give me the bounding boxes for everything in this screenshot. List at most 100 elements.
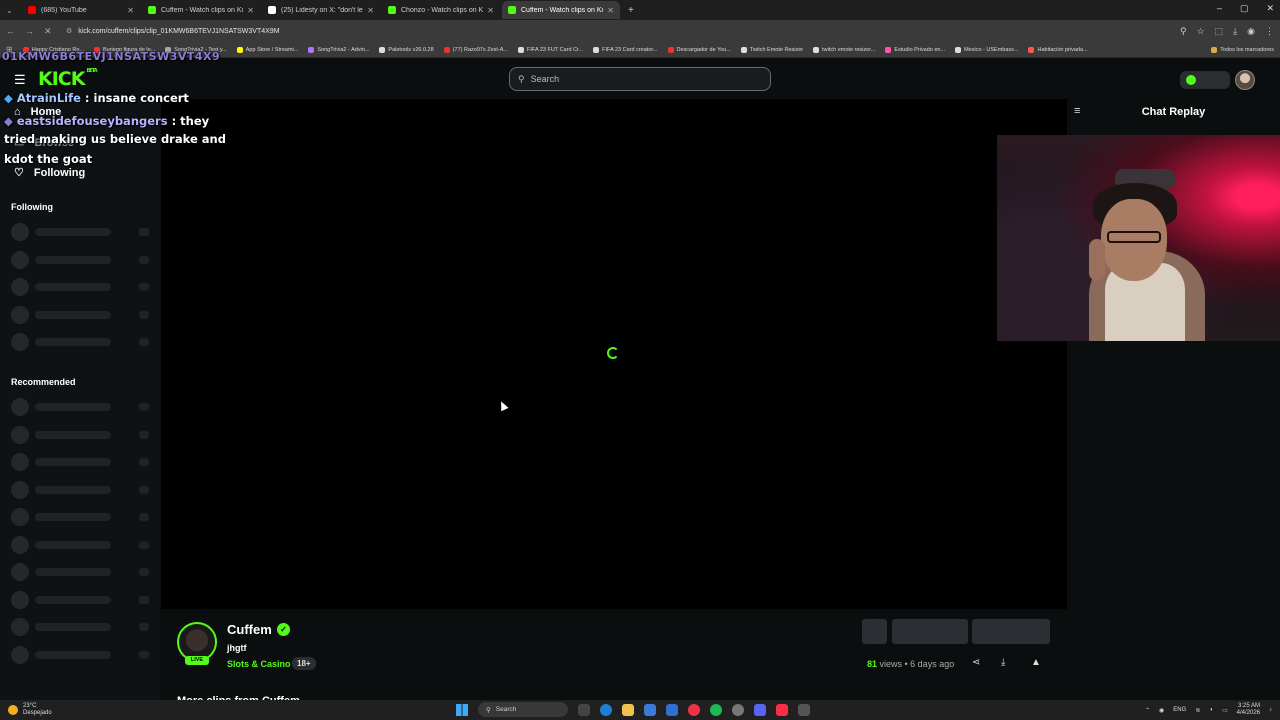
file-explorer-icon[interactable] [622, 703, 634, 716]
download-icon[interactable]: ⤓ [1001, 657, 1005, 668]
bookmark-item[interactable]: Estudio Privado en... [885, 46, 945, 53]
window-controls: – ▢ ✕ [1217, 3, 1274, 14]
sidebar-skeleton-row [11, 250, 151, 269]
bookmark-item[interactable]: FIFA 23 FUT Card Cr... [518, 46, 583, 53]
tab-close-icon[interactable]: ✕ [247, 6, 254, 15]
search-input[interactable]: ⚲ Search [509, 67, 771, 91]
bookmark-item[interactable]: (77) Razo97s Zest-A... [443, 46, 508, 53]
windows-start-icon[interactable] [456, 703, 468, 716]
search-icon: ⚲ [518, 73, 525, 84]
browser-tab[interactable]: (25) Lidesty on X: "don't let any ✕ [262, 1, 380, 19]
extensions-icon[interactable]: ⬚ [1215, 26, 1224, 37]
kick-logo[interactable]: KICK BETA [38, 68, 98, 90]
tab-search-icon[interactable]: ⌄ [0, 6, 22, 15]
language-indicator[interactable]: ENG [1173, 707, 1186, 713]
sidebar-skeleton-row [11, 480, 151, 499]
browser-tab[interactable]: (685) YouTube ✕ [22, 1, 140, 19]
bookmark-item[interactable]: Paletools v26.0.28 [379, 46, 434, 53]
sidebar-skeleton-row [11, 563, 151, 581]
spotify-icon[interactable] [710, 703, 722, 716]
sidebar-skeleton-row [11, 305, 151, 324]
report-icon[interactable]: ▲ [1031, 657, 1041, 668]
weather-widget[interactable]: 23°C Despejado [8, 703, 52, 717]
sidebar: ⌂ Home ▭ Browse ♡ Following Following Re… [0, 99, 160, 700]
sidebar-skeleton-row [11, 425, 151, 444]
maximize-icon[interactable]: ▢ [1240, 3, 1249, 14]
url-field[interactable]: kick.com/cuffem/clips/clip_01KMW6B6TEVJ1… [78, 28, 1180, 35]
bookmark-item[interactable]: Habitación privada... [1028, 46, 1088, 53]
tab-title: Cuffem - Watch clips on Kick [161, 6, 244, 14]
bookmark-star-icon[interactable]: ☆ [1197, 26, 1205, 37]
overlay-clip-id: 01KMW6B6TEVJ1NSATSW3VT4X9 [2, 50, 221, 63]
browser-tab[interactable]: Chonzo - Watch clips on Kick ✕ [382, 1, 500, 19]
user-avatar[interactable] [1235, 70, 1255, 90]
bookmark-item[interactable]: App Store / Streami... [236, 46, 298, 53]
bookmark-item[interactable]: Twitch Emote Resizer [740, 46, 803, 53]
chevron-up-icon[interactable]: ⌃ [1145, 707, 1150, 714]
kick-live-toggle[interactable] [1180, 71, 1230, 89]
forward-icon[interactable]: → [25, 26, 34, 37]
all-bookmarks-link[interactable]: Todos los marcadores [1211, 46, 1274, 53]
bookmark-favicon-icon [593, 46, 600, 53]
new-tab-plus-icon[interactable]: + [628, 5, 634, 16]
tab-title: Chonzo - Watch clips on Kick [401, 6, 484, 14]
back-icon[interactable]: ← [6, 26, 15, 37]
tab-favicon-icon [28, 6, 36, 14]
discord-icon[interactable] [754, 703, 766, 716]
share-icon[interactable]: ⋖ [972, 657, 980, 668]
mic-icon[interactable]: ◉ [1159, 707, 1164, 714]
reload-icon[interactable]: ✕ [44, 26, 52, 37]
battery-icon[interactable]: ▭ [1222, 707, 1228, 714]
browser-tab[interactable]: Cuffem - Watch clips on Kick ✕ [502, 1, 620, 19]
bookmark-favicon-icon [1028, 46, 1035, 53]
profile-icon[interactable]: ◉ [1247, 26, 1255, 37]
bookmark-item[interactable]: twitch emote resizer... [813, 46, 875, 53]
skeleton-button [972, 619, 1050, 644]
tab-favicon-icon [148, 6, 156, 14]
music-icon[interactable] [776, 703, 788, 716]
hamburger-menu-icon[interactable]: ☰ [14, 72, 26, 88]
category-link[interactable]: Slots & Casino [227, 659, 291, 669]
tab-close-icon[interactable]: ✕ [127, 6, 134, 15]
clock[interactable]: 3:25 AM 4/4/2026 [1237, 703, 1260, 717]
verified-icon: ✓ [277, 623, 290, 636]
overlay-message: ◆ eastsidefouseybangers : they [4, 114, 210, 128]
notification-bell-icon[interactable]: ♪ [1269, 707, 1272, 713]
channel-name[interactable]: Cuffem [227, 622, 272, 637]
app-icon[interactable] [798, 703, 810, 716]
video-player[interactable] [161, 99, 1067, 609]
zoom-icon[interactable]: ⚲ [1180, 26, 1187, 37]
taskbar-search[interactable]: ⚲ Search [478, 702, 568, 717]
bookmark-favicon-icon [740, 46, 747, 53]
chrome-icon[interactable] [688, 703, 700, 716]
minimize-icon[interactable]: – [1217, 3, 1222, 14]
store-icon[interactable] [644, 703, 656, 716]
downloads-icon[interactable]: ⤓ [1233, 26, 1237, 37]
edge-icon[interactable] [600, 703, 612, 716]
tab-close-icon[interactable]: ✕ [607, 6, 614, 15]
bookmark-favicon-icon [308, 46, 315, 53]
bookmark-item[interactable]: SongTrivia2 - Advin... [308, 46, 369, 53]
tab-close-icon[interactable]: ✕ [367, 6, 374, 15]
bookmark-item[interactable]: Mexico - USEmbass... [955, 46, 1018, 53]
clip-title: jhgtf [227, 643, 247, 653]
menu-dots-icon[interactable]: ⋮ [1265, 26, 1274, 37]
sidebar-skeleton-row [11, 508, 151, 526]
mail-icon[interactable] [666, 703, 678, 716]
tab-close-icon[interactable]: ✕ [487, 6, 494, 15]
overlay-message-cont: tried making us believe drake and [4, 132, 226, 146]
site-info-icon[interactable]: ⚙ [66, 27, 72, 35]
network-icon[interactable]: ≋ [1195, 707, 1200, 714]
overlay-message: ◆ AtrainLife : insane concert [4, 91, 189, 105]
close-window-icon[interactable]: ✕ [1266, 3, 1274, 14]
bookmark-item[interactable]: FIFA 23 Card creator... [593, 46, 658, 53]
browser-tab[interactable]: Cuffem - Watch clips on Kick ✕ [142, 1, 260, 19]
sidebar-item-following[interactable]: ♡ Following [14, 166, 85, 180]
volume-icon[interactable]: ◖ [1209, 707, 1213, 713]
bookmark-favicon-icon [955, 46, 962, 53]
task-view-icon[interactable] [578, 703, 590, 716]
system-tray: ⌃ ◉ ENG ≋ ◖ ▭ 3:25 AM 4/4/2026 ♪ [1145, 703, 1272, 717]
bookmark-item[interactable]: Descargador de You... [667, 46, 731, 53]
sidebar-skeleton-row [11, 278, 151, 296]
settings-icon[interactable] [732, 703, 744, 716]
